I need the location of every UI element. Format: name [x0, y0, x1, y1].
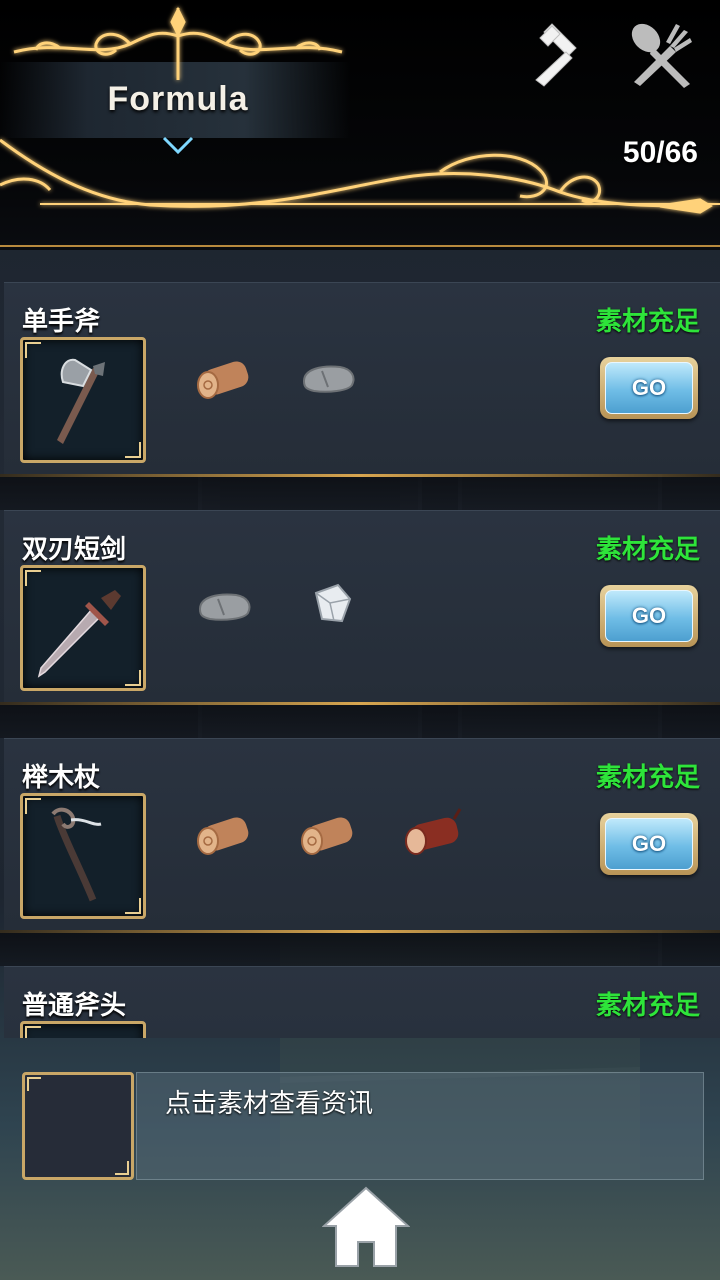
go-button[interactable]: GO — [600, 357, 698, 419]
recipe-item-slot[interactable] — [20, 337, 146, 463]
card-divider — [0, 702, 720, 738]
material-status: 素材充足 — [595, 763, 700, 793]
recipe-name: 双刃短剑 — [22, 535, 127, 565]
card-divider — [0, 474, 720, 510]
fork-spoon-icon[interactable] — [626, 18, 698, 90]
go-button-label: GO — [605, 362, 693, 414]
page-title: Formula — [107, 80, 249, 118]
recipe-card: 单手斧 素材充足 GO — [4, 282, 720, 474]
dagger-icon — [37, 590, 121, 678]
hammer-icon[interactable] — [530, 18, 602, 90]
axe-icon — [57, 358, 105, 444]
recipe-card: 普通斧头 素材充足 — [4, 966, 720, 1038]
recipe-item-slot[interactable] — [20, 793, 146, 919]
go-button-label: GO — [605, 590, 693, 642]
material-status: 素材充足 — [595, 991, 700, 1021]
recipe-progress-counter: 50/66 — [622, 136, 698, 169]
log-icon[interactable] — [190, 797, 262, 869]
recipe-card: 双刃短剑 素材充足 GO — [4, 510, 720, 702]
log-icon[interactable] — [190, 341, 262, 413]
crystal-icon[interactable] — [294, 569, 366, 641]
recipe-list[interactable]: 单手斧 素材充足 GO 双刃短剑 素材充足 GO 榉木杖 素材充足 GO 普通斧… — [0, 250, 720, 1038]
home-icon[interactable] — [322, 1184, 410, 1268]
go-button[interactable]: GO — [600, 585, 698, 647]
material-info-hint: 点击素材查看资讯 — [165, 1089, 374, 1119]
recipe-item-slot[interactable] — [20, 565, 146, 691]
red-log-icon[interactable] — [398, 797, 470, 869]
recipe-name: 普通斧头 — [22, 991, 127, 1021]
material-info-panel: 点击素材查看资讯 — [136, 1072, 704, 1180]
recipe-item-slot[interactable] — [20, 1021, 146, 1038]
recipe-name: 单手斧 — [22, 307, 101, 337]
recipe-card: 榉木杖 素材充足 GO — [4, 738, 720, 930]
material-status: 素材充足 — [595, 307, 700, 337]
material-info-bar: 点击素材查看资讯 — [0, 1040, 720, 1190]
header: Formula 50/66 — [0, 0, 720, 250]
gold-ornament-frame — [0, 6, 720, 247]
material-status: 素材充足 — [595, 535, 700, 565]
go-button[interactable]: GO — [600, 813, 698, 875]
stone-icon[interactable] — [292, 341, 364, 413]
card-divider — [0, 930, 720, 966]
log-icon[interactable] — [294, 797, 366, 869]
staff-icon — [51, 807, 102, 902]
stone-icon[interactable] — [188, 569, 260, 641]
go-button-label: GO — [605, 818, 693, 870]
recipe-name: 榉木杖 — [22, 763, 101, 793]
selected-material-slot[interactable] — [22, 1072, 134, 1180]
